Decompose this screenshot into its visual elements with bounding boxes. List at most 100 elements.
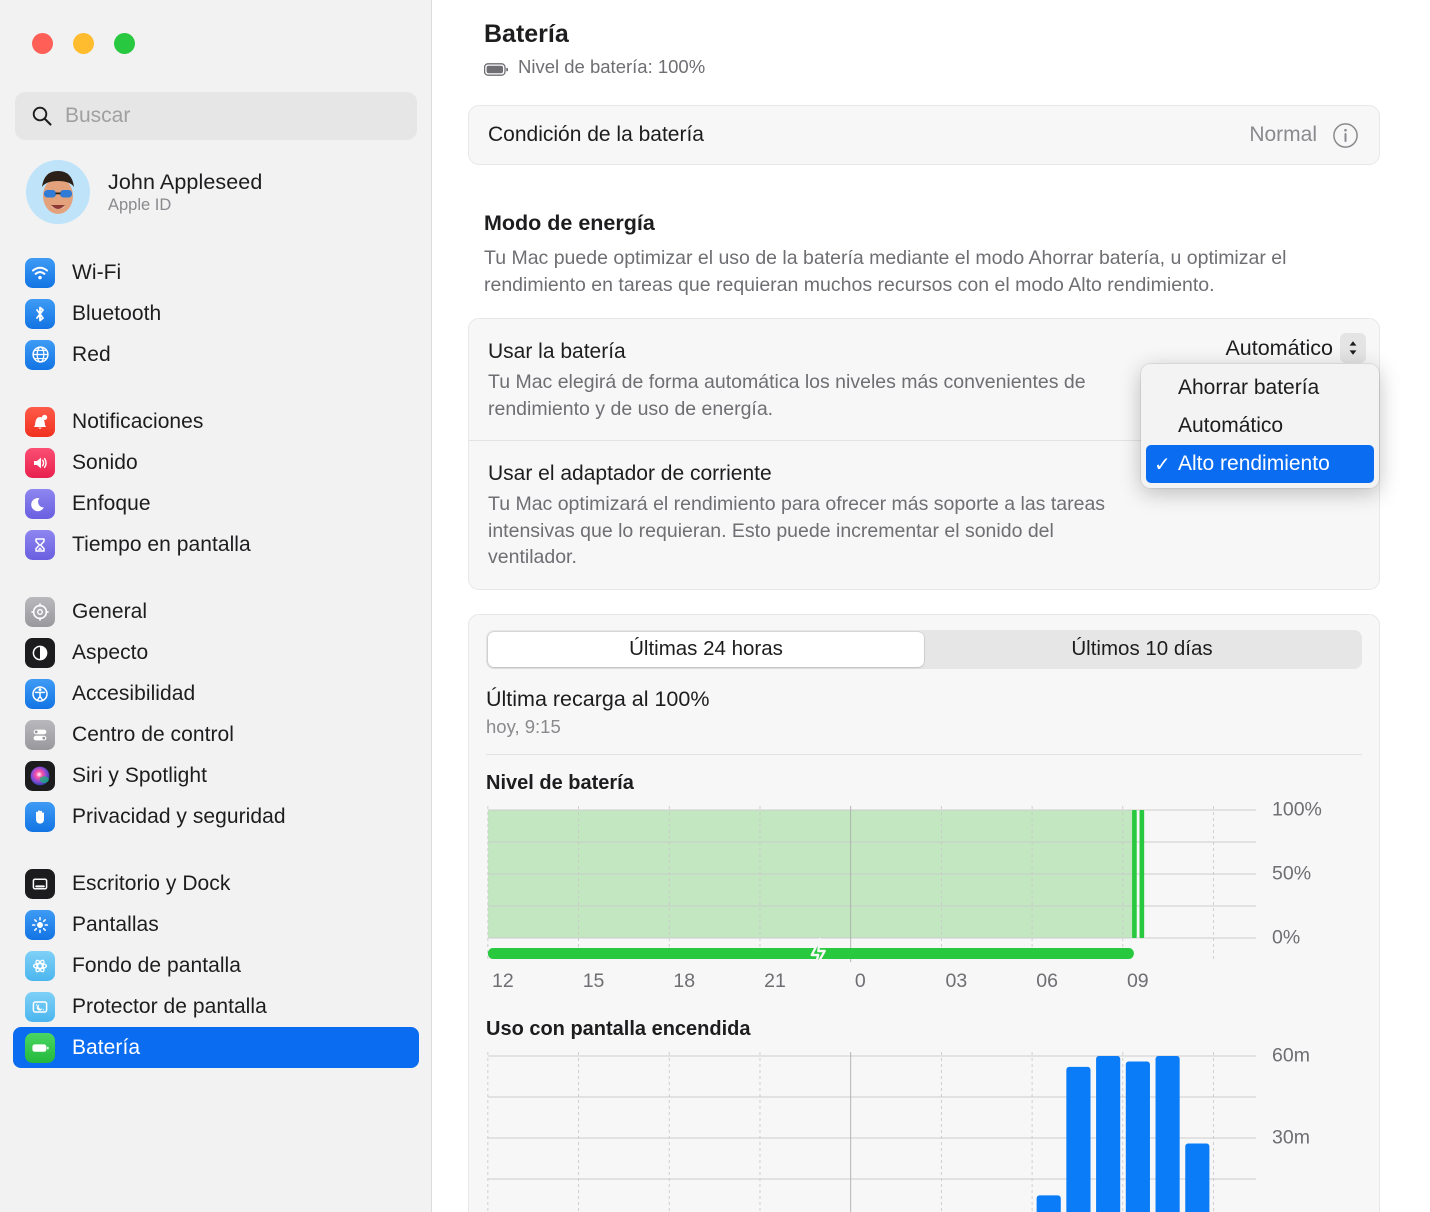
checkmark-icon: ✓: [1154, 453, 1171, 476]
traffic-lights: [32, 33, 135, 54]
tab-last-10-days[interactable]: Últimos 10 días: [924, 632, 1360, 667]
power-mode-description: Tu Mac puede optimizar el uso de la bate…: [484, 247, 1287, 296]
sidebar-item-appearance[interactable]: Aspecto: [13, 632, 419, 673]
battery-level-x-axis: 12 15 18 21 0 03 06 09: [486, 970, 1257, 1004]
battery-condition-card[interactable]: Condición de la batería Normal: [468, 105, 1380, 165]
power-mode-dropdown-menu[interactable]: Ahorrar batería Automático ✓ Alto rendim…: [1141, 364, 1379, 489]
battery-level-chart-title: Nivel de batería: [486, 771, 634, 794]
y-axis-tick-label: 0m: [1272, 1208, 1299, 1212]
dropdown-option-label: Automático: [1178, 414, 1284, 438]
sidebar-item-bluetooth[interactable]: Bluetooth: [13, 293, 419, 334]
last-recharge-title: Última recarga al 100%: [486, 686, 710, 711]
sidebar-group-system: Notificaciones Sonido Enfoque Tiempo en …: [13, 401, 419, 565]
dropdown-option-label: Alto rendimiento: [1178, 452, 1330, 476]
sidebar-item-label: Red: [72, 342, 111, 366]
sidebar-item-label: Escritorio y Dock: [72, 871, 231, 895]
sidebar-item-focus[interactable]: Enfoque: [13, 483, 419, 524]
battery-level-status: Nivel de batería: 100%: [483, 56, 1380, 78]
search-field[interactable]: [15, 92, 417, 140]
screen-usage-chart-title: Uso con pantalla encendida: [486, 1017, 751, 1040]
sidebar-item-label: Privacidad y seguridad: [72, 804, 286, 828]
control-center-icon: [25, 719, 55, 750]
x-axis-tick-label: 03: [945, 969, 968, 992]
power-mode-title: Modo de energía: [484, 211, 655, 235]
main-pane: Batería Nivel de batería: 100% Condición…: [432, 0, 1430, 1212]
gear-icon: [25, 596, 55, 627]
page-title: Batería: [484, 20, 569, 48]
y-axis-tick-label: 60m: [1272, 1044, 1310, 1067]
sidebar-item-label: Tiempo en pantalla: [72, 532, 251, 556]
screen-usage-plot: [486, 1050, 1257, 1212]
accessibility-icon: [25, 678, 55, 709]
sidebar-item-control-center[interactable]: Centro de control: [13, 714, 419, 755]
wifi-icon: [25, 257, 55, 288]
tab-last-24-hours[interactable]: Últimas 24 horas: [488, 631, 924, 667]
siri-icon: [25, 760, 55, 791]
sidebar-item-privacy-security[interactable]: Privacidad y seguridad: [13, 796, 419, 837]
dropdown-option-high-power[interactable]: ✓ Alto rendimiento: [1146, 445, 1374, 484]
sidebar-item-label: Wi-Fi: [72, 260, 122, 284]
sidebar-item-general[interactable]: General: [13, 591, 419, 632]
power-mode-popup-button[interactable]: Automático: [1225, 333, 1366, 364]
sidebar-item-battery[interactable]: Batería: [13, 1027, 419, 1068]
divider: [486, 753, 1362, 755]
sidebar-item-screensaver[interactable]: Protector de pantalla: [13, 986, 419, 1027]
screensaver-icon: [25, 991, 55, 1022]
sidebar-item-siri-spotlight[interactable]: Siri y Spotlight: [13, 755, 419, 796]
x-axis-tick-label: 09: [1126, 969, 1149, 992]
system-settings-window: John Appleseed Apple ID Wi-Fi: [0, 0, 1430, 1212]
sidebar-item-label: Accesibilidad: [72, 681, 196, 705]
network-globe-icon: [25, 339, 55, 370]
speaker-icon: [25, 447, 55, 478]
x-axis-tick-label: 18: [673, 969, 696, 992]
hand-privacy-icon: [25, 801, 55, 832]
sidebar-item-wifi[interactable]: Wi-Fi: [13, 252, 419, 293]
dropdown-option-label: Ahorrar batería: [1178, 376, 1320, 400]
use-power-adapter-description: Tu Mac optimizará el rendimiento para of…: [488, 493, 1106, 569]
battery-condition-value: Normal: [1249, 123, 1317, 146]
sidebar-group-general: General Aspecto Accesibilidad Centro de …: [13, 591, 419, 837]
sidebar-item-label: Notificaciones: [72, 409, 204, 433]
usage-range-segmented-control[interactable]: Últimas 24 horas Últimos 10 días: [486, 629, 1362, 669]
screen-usage-chart: 0m 30m 60m: [486, 1044, 1362, 1212]
sidebar-item-accessibility[interactable]: Accesibilidad: [13, 673, 419, 714]
dropdown-option-low-power[interactable]: Ahorrar batería: [1146, 369, 1374, 407]
sidebar-item-screen-time[interactable]: Tiempo en pantalla: [13, 524, 419, 565]
sidebar-item-label: Batería: [72, 1035, 141, 1059]
zoom-button[interactable]: [114, 33, 135, 54]
y-axis-tick-label: 100%: [1272, 798, 1322, 821]
chevron-updown-icon: [1340, 333, 1366, 364]
sidebar-item-wallpaper[interactable]: Fondo de pantalla: [13, 945, 419, 986]
battery-icon: [25, 1032, 55, 1063]
sidebar: John Appleseed Apple ID Wi-Fi: [0, 0, 432, 1212]
dropdown-option-automatic[interactable]: Automático: [1146, 407, 1374, 445]
screen-usage-y-axis: 0m 30m 60m: [1262, 1044, 1362, 1212]
sidebar-group-display: Escritorio y Dock Pantallas Fondo de pan…: [13, 863, 419, 1068]
apple-id-row[interactable]: John Appleseed Apple ID: [26, 160, 262, 224]
displays-icon: [25, 909, 55, 940]
x-axis-tick-label: 0: [854, 969, 866, 992]
sidebar-item-desktop-dock[interactable]: Escritorio y Dock: [13, 863, 419, 904]
battery-usage-card: Últimas 24 horas Últimos 10 días Última …: [468, 613, 1380, 1212]
search-input[interactable]: [65, 104, 401, 128]
power-mode-card: Usar la batería Tu Mac elegirá de forma …: [468, 318, 1380, 590]
power-mode-selected-value: Automático: [1225, 335, 1333, 360]
sidebar-item-network[interactable]: Red: [13, 334, 419, 375]
appearance-icon: [25, 637, 55, 668]
search-icon: [31, 105, 53, 127]
sidebar-item-displays[interactable]: Pantallas: [13, 904, 419, 945]
battery-condition-label: Condición de la batería: [488, 123, 704, 146]
y-axis-tick-label: 30m: [1272, 1126, 1310, 1149]
sidebar-item-label: Bluetooth: [72, 301, 162, 325]
last-recharge-time: hoy, 9:15: [486, 715, 561, 737]
sidebar-item-sound[interactable]: Sonido: [13, 442, 419, 483]
sidebar-item-label: Pantallas: [72, 912, 159, 936]
minimize-button[interactable]: [73, 33, 94, 54]
info-icon[interactable]: [1332, 122, 1359, 149]
sidebar-item-notifications[interactable]: Notificaciones: [13, 401, 419, 442]
moon-icon: [25, 488, 55, 519]
close-button[interactable]: [32, 33, 53, 54]
battery-level-chart: 0% 50% 100%: [486, 798, 1362, 971]
sidebar-nav: Wi-Fi Bluetooth Red Notificaciones Sonid…: [13, 252, 419, 1094]
sidebar-item-label: Fondo de pantalla: [72, 953, 241, 977]
